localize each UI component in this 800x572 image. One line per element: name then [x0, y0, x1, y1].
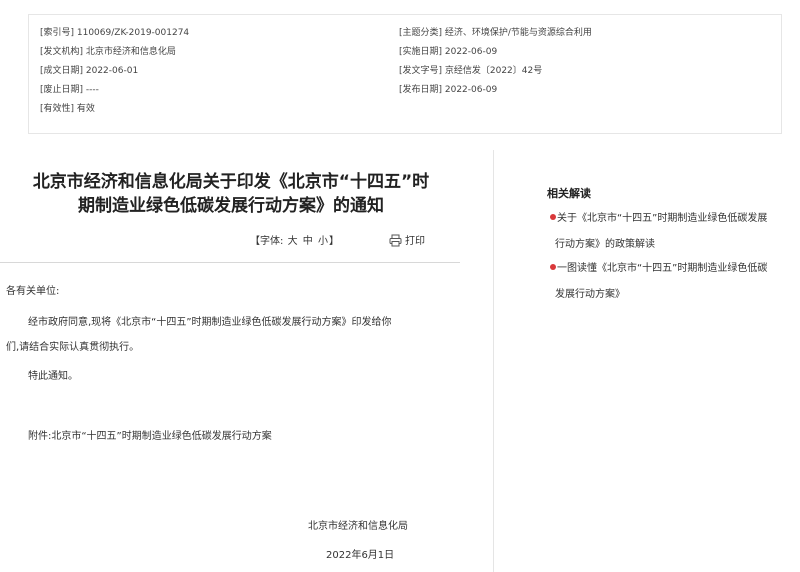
- bullet-icon: [550, 214, 556, 220]
- font-size-small-button[interactable]: 小: [318, 236, 328, 247]
- meta-issuer: [发文机构] 北京市经济和信息化局: [40, 47, 176, 57]
- print-button[interactable]: 打印: [389, 234, 425, 250]
- bullet-icon: [550, 264, 556, 270]
- font-size-close-bracket: 】: [328, 236, 339, 247]
- meta-index-no: [索引号] 110069/ZK-2019-001274: [40, 28, 190, 38]
- related-link-line-1: 一图读懂《北京市“十四五”时期制造业绿色低碳: [557, 263, 768, 274]
- print-label: 打印: [405, 236, 425, 247]
- paragraph-1-line-2: 们,请结合实际认真贯彻执行。: [6, 342, 140, 353]
- related-link-line-1: 关于《北京市“十四五”时期制造业绿色低碳发展: [557, 213, 768, 224]
- meta-repeal-date: [废止日期] ----: [40, 85, 99, 95]
- font-size-label: 【字体:: [250, 236, 284, 247]
- related-link-line-2: 行动方案》的政策解读: [555, 239, 655, 250]
- meta-effective-date: [实施日期] 2022-06-09: [399, 47, 498, 57]
- meta-created-date: [成文日期] 2022-06-01: [40, 66, 139, 76]
- font-size-controls: 【字体: 大 中 小】: [250, 235, 339, 249]
- printer-icon: [389, 234, 402, 247]
- signer: 北京市经济和信息化局: [308, 521, 408, 532]
- header-separator: [0, 262, 460, 263]
- paragraph-2: 特此通知。: [28, 371, 78, 382]
- title-line-2: 期制造业绿色低碳发展行动方案》的通知: [78, 196, 384, 216]
- related-link-infographic[interactable]: 一图读懂《北京市“十四五”时期制造业绿色低碳 发展行动方案》: [550, 256, 795, 308]
- sign-date: 2022年6月1日: [326, 550, 395, 561]
- salutation: 各有关单位:: [6, 286, 60, 297]
- meta-publish-date: [发布日期] 2022-06-09: [399, 85, 498, 95]
- title-line-1: 北京市经济和信息化局关于印发《北京市“十四五”时: [32, 172, 430, 192]
- related-link-line-2: 发展行动方案》: [555, 289, 625, 300]
- attachment-note: 附件:北京市“十四五”时期制造业绿色低碳发展行动方案: [28, 431, 272, 442]
- meta-category: [主题分类] 经济、环境保护/节能与资源综合利用: [399, 28, 592, 38]
- related-readings-title: 相关解读: [547, 187, 591, 200]
- related-link-policy-interpretation[interactable]: 关于《北京市“十四五”时期制造业绿色低碳发展 行动方案》的政策解读: [550, 206, 795, 258]
- font-size-large-button[interactable]: 大: [288, 236, 298, 247]
- page-title: 北京市经济和信息化局关于印发《北京市“十四五”时 期制造业绿色低碳发展行动方案》…: [0, 170, 462, 218]
- meta-validity: [有效性] 有效: [40, 104, 95, 114]
- column-divider: [493, 150, 494, 572]
- paragraph-1-line-1: 经市政府同意,现将《北京市“十四五”时期制造业绿色低碳发展行动方案》印发给你: [28, 317, 392, 328]
- meta-doc-no: [发文字号] 京经信发〔2022〕42号: [399, 66, 543, 76]
- font-size-medium-button[interactable]: 中: [303, 236, 313, 247]
